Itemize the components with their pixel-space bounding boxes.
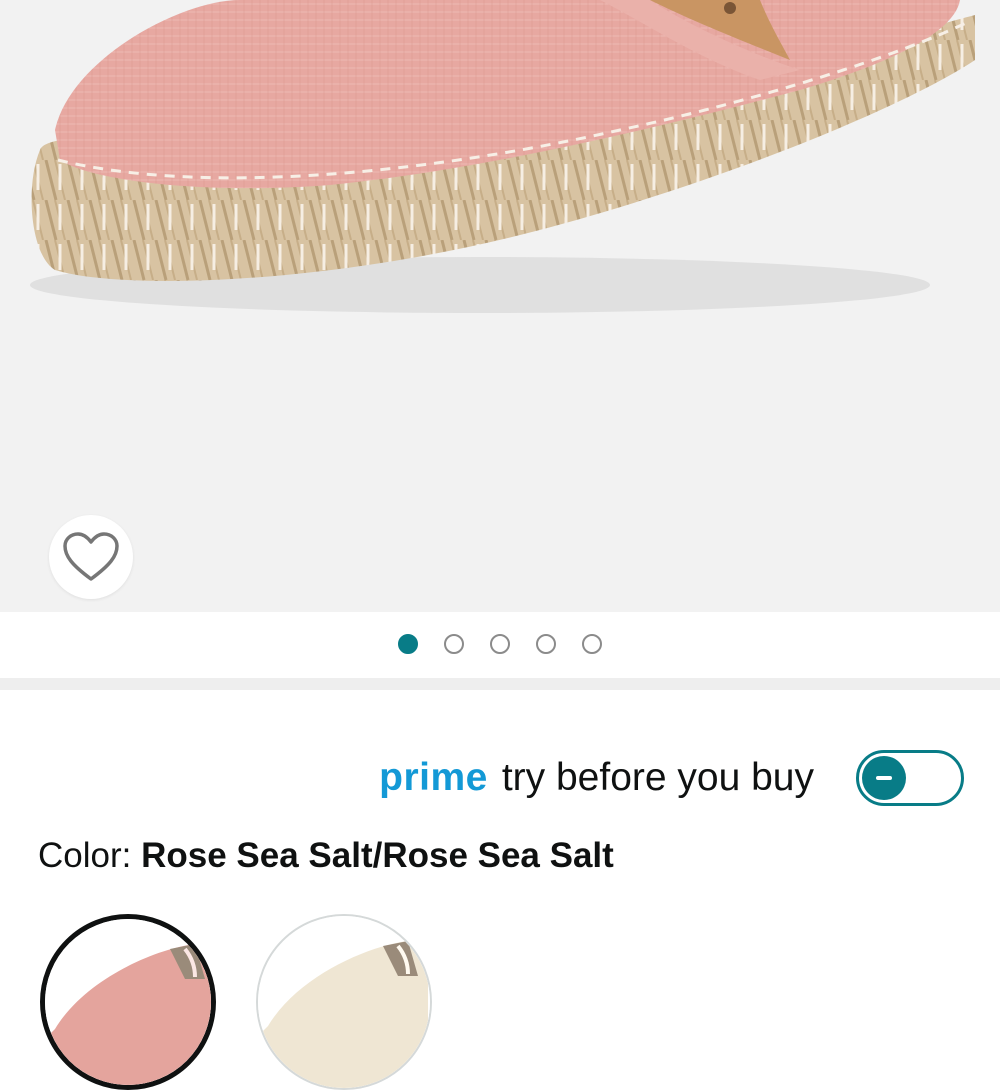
pagination-dot-2[interactable] (444, 634, 464, 654)
minus-icon (876, 776, 892, 780)
pagination-dot-5[interactable] (582, 634, 602, 654)
product-image[interactable] (0, 0, 1000, 612)
pagination-dot-3[interactable] (490, 634, 510, 654)
heart-outline-icon (63, 532, 119, 581)
prime-try-label: try before you buy (501, 756, 814, 799)
color-swatch-rose-sea-salt[interactable] (40, 914, 216, 1090)
pagination-dot-4[interactable] (536, 634, 556, 654)
image-pagination (0, 630, 1000, 658)
color-swatch-cream[interactable] (256, 914, 432, 1090)
color-selected-value: Rose Sea Salt/Rose Sea Salt (141, 836, 614, 875)
color-selection-label: Color: Rose Sea Salt/Rose Sea Salt (38, 836, 614, 876)
prime-try-toggle[interactable] (856, 750, 964, 806)
toggle-knob (862, 756, 906, 800)
prime-try-before-you-buy: prime try before you buy (379, 740, 964, 816)
pagination-dot-1[interactable] (398, 634, 418, 654)
prime-logo-text: prime (379, 756, 488, 799)
section-divider (0, 678, 1000, 690)
color-label: Color: (38, 836, 142, 875)
swatch-image (45, 919, 211, 1085)
swatch-image (258, 916, 430, 1088)
product-image-gallery[interactable] (0, 0, 1000, 612)
wishlist-button[interactable] (49, 515, 133, 599)
